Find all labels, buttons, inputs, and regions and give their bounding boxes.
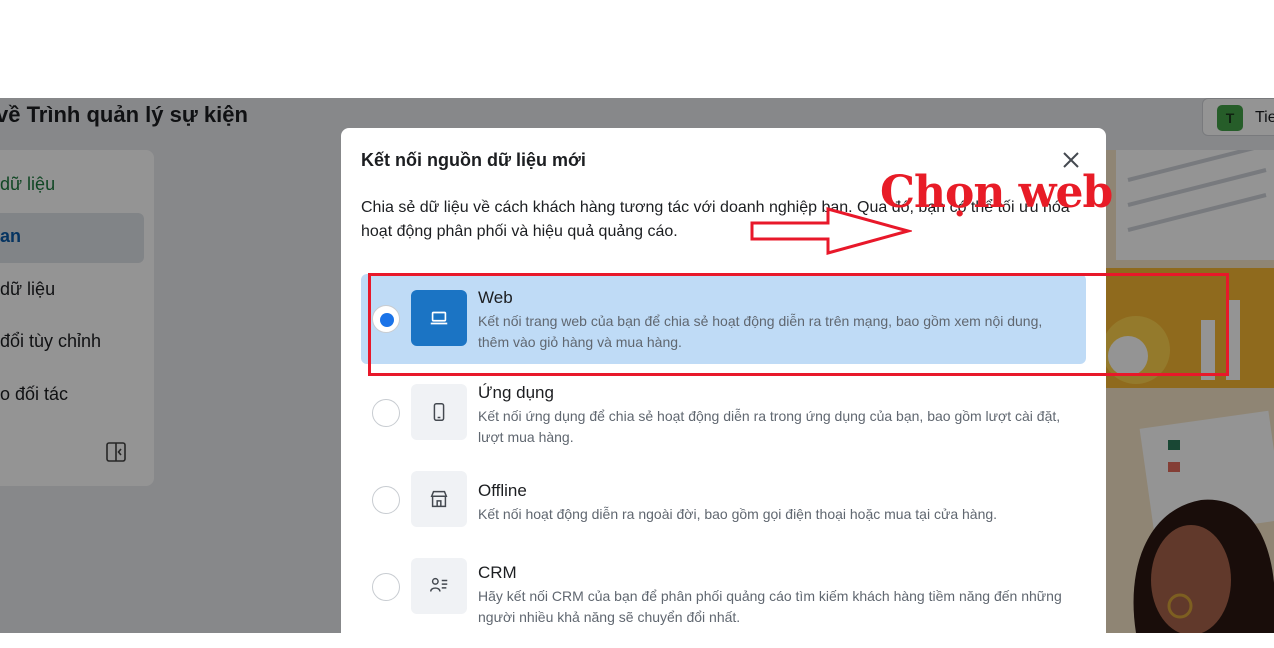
phone-icon bbox=[411, 384, 467, 440]
option-app[interactable]: Ứng dụng Kết nối ứng dụng để chia sẻ hoạ… bbox=[361, 373, 1086, 453]
option-title-app: Ứng dụng bbox=[478, 383, 554, 402]
store-icon bbox=[411, 471, 467, 527]
option-desc-app: Kết nối ứng dụng để chia sẻ hoạt động di… bbox=[478, 408, 1061, 445]
option-crm[interactable]: CRM Hãy kết nối CRM của bạn để phân phối… bbox=[361, 553, 1086, 633]
option-title-crm: CRM bbox=[478, 563, 517, 582]
radio-crm[interactable] bbox=[372, 573, 400, 601]
dialog-title: Kết nối nguồn dữ liệu mới bbox=[361, 150, 586, 170]
radio-app[interactable] bbox=[372, 399, 400, 427]
annotation-text: Chọn web bbox=[880, 167, 1113, 218]
radio-offline[interactable] bbox=[372, 486, 400, 514]
annotation-highlight-box bbox=[368, 273, 1229, 376]
option-offline[interactable]: Offline Kết nối hoạt động diễn ra ngoài … bbox=[361, 468, 1086, 538]
people-icon bbox=[411, 558, 467, 614]
option-desc-offline: Kết nối hoạt động diễn ra ngoài đời, bao… bbox=[478, 506, 998, 522]
option-desc-crm: Hãy kết nối CRM của bạn để phân phối quả… bbox=[478, 588, 1062, 625]
option-title-offline: Offline bbox=[478, 481, 527, 500]
